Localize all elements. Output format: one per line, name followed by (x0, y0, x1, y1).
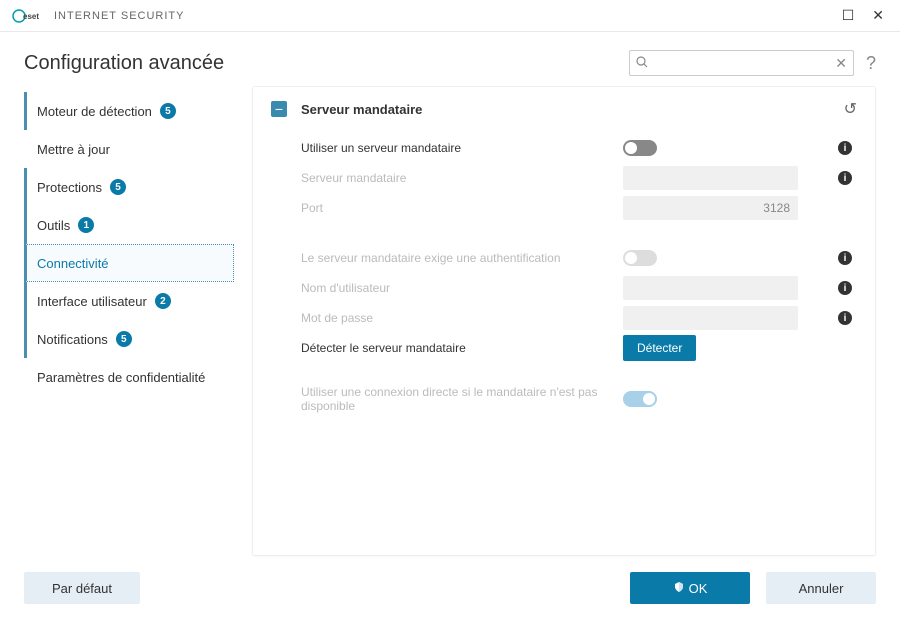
sidebar-item-update[interactable]: Mettre à jour (24, 130, 234, 168)
sidebar-item-label: Moteur de détection (37, 104, 152, 119)
maximize-icon[interactable]: ☐ (842, 7, 855, 24)
sidebar-item-label: Notifications (37, 332, 108, 347)
ok-label: OK (689, 581, 708, 596)
label-username: Nom d'utilisateur (301, 281, 623, 295)
sidebar-badge: 2 (155, 293, 171, 309)
label-password: Mot de passe (301, 311, 623, 325)
input-proxy-server (623, 166, 798, 190)
sidebar: Moteur de détection 5 Mettre à jour Prot… (24, 86, 234, 556)
label-auth-required: Le serveur mandataire exige une authenti… (301, 251, 623, 265)
sidebar-item-tools[interactable]: Outils 1 (24, 206, 234, 244)
shield-icon (673, 581, 685, 596)
help-icon[interactable]: ? (866, 53, 876, 74)
sidebar-item-label: Protections (37, 180, 102, 195)
row-proxy-server: Serveur mandataire i (271, 163, 857, 193)
sidebar-item-detection-engine[interactable]: Moteur de détection 5 (24, 92, 234, 130)
toggle-fallback (623, 391, 657, 407)
header-tools: ✕ ? (629, 50, 876, 76)
sidebar-item-label: Interface utilisateur (37, 294, 147, 309)
svg-text:eset: eset (23, 12, 39, 21)
section-title: Serveur mandataire (301, 102, 422, 117)
row-fallback: Utiliser une connexion directe si le man… (271, 383, 857, 415)
sidebar-item-interface[interactable]: Interface utilisateur 2 (24, 282, 234, 320)
section-header: − Serveur mandataire ↺ (271, 99, 857, 119)
detect-button[interactable]: Détecter (623, 335, 696, 361)
titlebar: eset INTERNET SECURITY ☐ ✕ (0, 0, 900, 32)
info-icon[interactable]: i (838, 281, 852, 295)
row-port: Port (271, 193, 857, 223)
sidebar-item-connectivity[interactable]: Connectivité (24, 244, 234, 282)
settings-panel: − Serveur mandataire ↺ Utiliser un serve… (252, 86, 876, 556)
sidebar-badge: 5 (116, 331, 132, 347)
label-port: Port (301, 201, 623, 215)
search-icon (636, 56, 648, 71)
row-auth-required: Le serveur mandataire exige une authenti… (271, 243, 857, 273)
app-logo: eset INTERNET SECURITY (12, 9, 184, 23)
info-icon[interactable]: i (838, 311, 852, 325)
header: Configuration avancée ✕ ? (0, 32, 900, 86)
default-button[interactable]: Par défaut (24, 572, 140, 604)
window-controls: ☐ ✕ (842, 7, 892, 24)
collapse-icon[interactable]: − (271, 101, 287, 117)
info-icon[interactable]: i (838, 141, 852, 155)
info-icon[interactable]: i (838, 171, 852, 185)
sidebar-item-label: Mettre à jour (37, 142, 110, 157)
toggle-use-proxy[interactable] (623, 140, 657, 156)
ok-button[interactable]: OK (630, 572, 750, 604)
sidebar-item-notifications[interactable]: Notifications 5 (24, 320, 234, 358)
clear-search-icon[interactable]: ✕ (835, 55, 847, 72)
search-box[interactable]: ✕ (629, 50, 854, 76)
label-use-proxy: Utiliser un serveur mandataire (301, 141, 623, 155)
label-fallback: Utiliser une connexion directe si le man… (301, 385, 623, 413)
row-username: Nom d'utilisateur i (271, 273, 857, 303)
sidebar-item-privacy[interactable]: Paramètres de confidentialité (24, 358, 234, 396)
sidebar-badge: 5 (160, 103, 176, 119)
sidebar-badge: 1 (78, 217, 94, 233)
row-use-proxy: Utiliser un serveur mandataire i (271, 133, 857, 163)
label-proxy-server: Serveur mandataire (301, 171, 623, 185)
toggle-auth-required (623, 250, 657, 266)
search-input[interactable] (654, 56, 835, 70)
input-username (623, 276, 798, 300)
page-title: Configuration avancée (24, 52, 224, 75)
eset-logo-icon: eset (12, 9, 42, 23)
sidebar-item-protections[interactable]: Protections 5 (24, 168, 234, 206)
cancel-button[interactable]: Annuler (766, 572, 876, 604)
footer: Par défaut OK Annuler (0, 556, 900, 620)
sidebar-badge: 5 (110, 179, 126, 195)
row-detect: Détecter le serveur mandataire Détecter (271, 333, 857, 363)
reset-icon[interactable]: ↺ (844, 99, 857, 119)
sidebar-item-label: Paramètres de confidentialité (37, 370, 205, 385)
row-password: Mot de passe i (271, 303, 857, 333)
sidebar-item-label: Outils (37, 218, 70, 233)
close-icon[interactable]: ✕ (872, 7, 884, 24)
product-name: INTERNET SECURITY (54, 10, 184, 22)
input-password (623, 306, 798, 330)
input-port (623, 196, 798, 220)
label-detect: Détecter le serveur mandataire (301, 341, 623, 355)
sidebar-item-label: Connectivité (37, 256, 109, 271)
info-icon[interactable]: i (838, 251, 852, 265)
